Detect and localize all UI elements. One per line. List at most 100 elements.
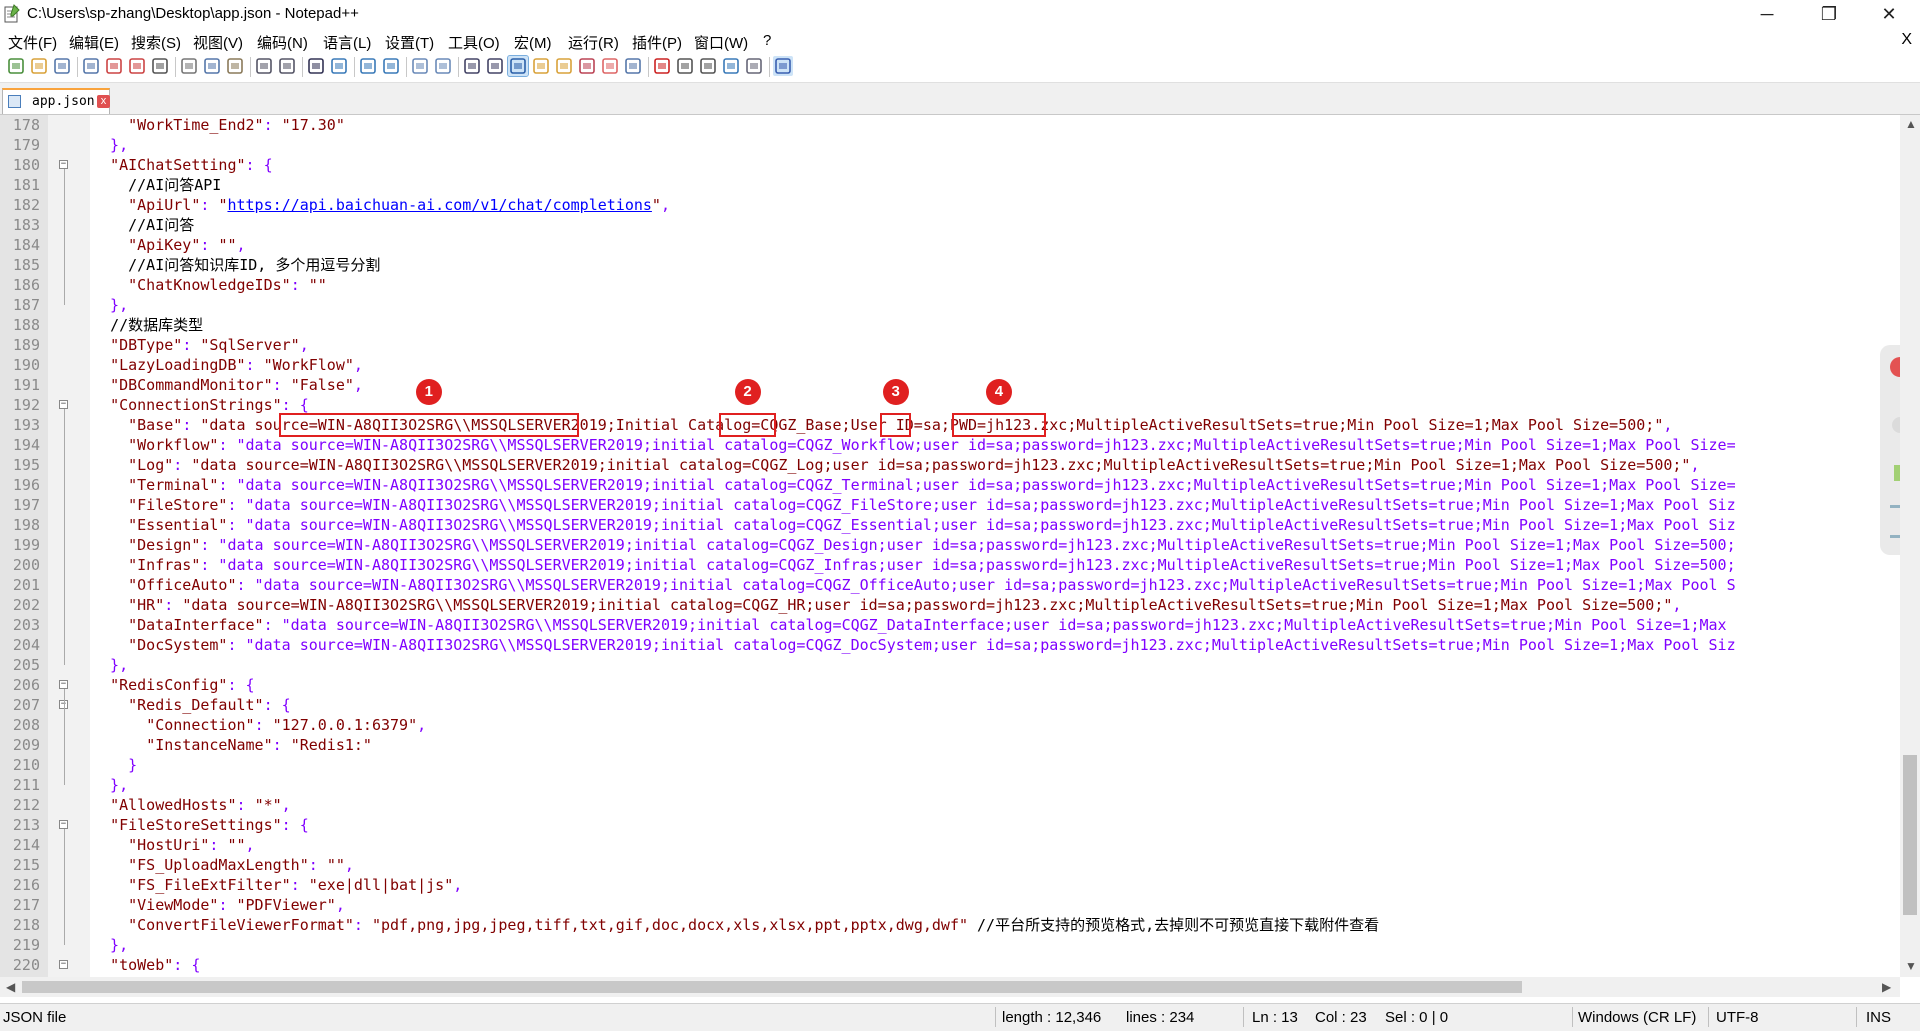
menu-file[interactable]: 文件(F) bbox=[8, 32, 57, 53]
scroll-down-icon[interactable]: ▼ bbox=[1905, 959, 1917, 973]
menu-settings[interactable]: 设置(T) bbox=[385, 32, 434, 53]
open-file-icon[interactable] bbox=[29, 56, 49, 76]
spell-check-icon[interactable] bbox=[773, 56, 793, 76]
record-macro-icon[interactable] bbox=[652, 56, 672, 76]
code-line[interactable]: 205 }, bbox=[0, 655, 1900, 675]
code-line[interactable]: 211 }, bbox=[0, 775, 1900, 795]
fold-toggle-icon[interactable]: − bbox=[59, 960, 68, 969]
code-line[interactable]: 192 − "ConnectionStrings": { bbox=[0, 395, 1900, 415]
code-line[interactable]: 200 "Infras": "data source=WIN-A8QII3O2S… bbox=[0, 555, 1900, 575]
fold-toggle-icon[interactable]: − bbox=[59, 160, 68, 169]
code-line[interactable]: 210 } bbox=[0, 755, 1900, 775]
code-line[interactable]: 187 }, bbox=[0, 295, 1900, 315]
fold-toggle-icon[interactable]: − bbox=[59, 820, 68, 829]
close-all-icon[interactable] bbox=[127, 56, 147, 76]
code-line[interactable]: 196 "Terminal": "data source=WIN-A8QII3O… bbox=[0, 475, 1900, 495]
editor[interactable]: 178 "WorkTime_End2": "17.30" 179 }, 180− "… bbox=[0, 115, 1900, 977]
stop-macro-icon[interactable] bbox=[675, 56, 695, 76]
code-line[interactable]: 194 "Workflow": "data source=WIN-A8QII3O… bbox=[0, 435, 1900, 455]
menu-macro[interactable]: 宏(M) bbox=[514, 32, 552, 53]
scroll-right-icon[interactable]: ▶ bbox=[1882, 980, 1891, 994]
scroll-up-icon[interactable]: ▲ bbox=[1905, 117, 1917, 131]
udl-icon[interactable] bbox=[531, 56, 551, 76]
code-line[interactable]: 179 }, bbox=[0, 135, 1900, 155]
close-window-button[interactable]: ✕ bbox=[1866, 0, 1912, 30]
code-line[interactable]: 220 − "toWeb": { bbox=[0, 955, 1900, 975]
code-line[interactable]: 182 "ApiUrl": "https://api.baichuan-ai.c… bbox=[0, 195, 1900, 215]
folder-workspace-icon[interactable] bbox=[600, 56, 620, 76]
new-file-icon[interactable] bbox=[6, 56, 26, 76]
copy-icon[interactable] bbox=[202, 56, 222, 76]
show-all-chars-icon[interactable] bbox=[485, 56, 505, 76]
save-all-icon[interactable] bbox=[81, 56, 101, 76]
menu-encoding[interactable]: 编码(N) bbox=[257, 32, 308, 53]
code-line[interactable]: 213 − "FileStoreSettings": { bbox=[0, 815, 1900, 835]
print-icon[interactable] bbox=[150, 56, 170, 76]
save-icon[interactable] bbox=[52, 56, 72, 76]
code-line[interactable]: 198 "Essential": "data source=WIN-A8QII3… bbox=[0, 515, 1900, 535]
code-line[interactable]: 180 − "AIChatSetting": { bbox=[0, 155, 1900, 175]
redo-icon[interactable] bbox=[277, 56, 297, 76]
cut-icon[interactable] bbox=[179, 56, 199, 76]
menu-search[interactable]: 搜索(S) bbox=[131, 32, 181, 53]
code-line[interactable]: 216 "FS_FileExtFilter": "exe|dll|bat|js"… bbox=[0, 875, 1900, 895]
maximize-button[interactable]: ❐ bbox=[1806, 0, 1852, 30]
doc-map-icon[interactable] bbox=[554, 56, 574, 76]
menu-plugins[interactable]: 插件(P) bbox=[632, 32, 682, 53]
code-line[interactable]: 202 "HR": "data source=WIN-A8QII3O2SRG\\… bbox=[0, 595, 1900, 615]
zoom-in-icon[interactable] bbox=[358, 56, 378, 76]
vertical-scroll-thumb[interactable] bbox=[1903, 755, 1917, 915]
monitor-icon[interactable] bbox=[623, 56, 643, 76]
run-macro-multiple-icon[interactable] bbox=[721, 56, 741, 76]
word-wrap-icon[interactable] bbox=[462, 56, 482, 76]
minimize-button[interactable]: ─ bbox=[1744, 0, 1790, 30]
play-macro-icon[interactable] bbox=[698, 56, 718, 76]
menu-language[interactable]: 语言(L) bbox=[323, 32, 371, 53]
code-line[interactable]: 178 "WorkTime_End2": "17.30" bbox=[0, 115, 1900, 135]
sync-v-icon[interactable] bbox=[410, 56, 430, 76]
menu-help[interactable]: ? bbox=[763, 32, 771, 49]
zoom-out-icon[interactable] bbox=[381, 56, 401, 76]
replace-icon[interactable] bbox=[329, 56, 349, 76]
code-line[interactable]: 195 "Log": "data source=WIN-A8QII3O2SRG\… bbox=[0, 455, 1900, 475]
menu-view[interactable]: 视图(V) bbox=[193, 32, 243, 53]
code-line[interactable]: 185 //AI问答知识库ID, 多个用逗号分割 bbox=[0, 255, 1900, 275]
horizontal-scrollbar[interactable]: ◀ ▶ bbox=[0, 977, 1900, 997]
code-line[interactable]: 201 "OfficeAuto": "data source=WIN-A8QII… bbox=[0, 575, 1900, 595]
code-line[interactable]: 199 "Design": "data source=WIN-A8QII3O2S… bbox=[0, 535, 1900, 555]
close-icon[interactable] bbox=[104, 56, 124, 76]
sync-h-icon[interactable] bbox=[433, 56, 453, 76]
find-icon[interactable] bbox=[306, 56, 326, 76]
code-line[interactable]: 206 − "RedisConfig": { bbox=[0, 675, 1900, 695]
code-line[interactable]: 214 "HostUri": "", bbox=[0, 835, 1900, 855]
code-line[interactable]: 208 "Connection": "127.0.0.1:6379", bbox=[0, 715, 1900, 735]
code-line[interactable]: 181 //AI问答API bbox=[0, 175, 1900, 195]
tab-app-json[interactable]: app.json x bbox=[2, 88, 110, 114]
code-line[interactable]: 190 "LazyLoadingDB": "WorkFlow", bbox=[0, 355, 1900, 375]
scroll-left-icon[interactable]: ◀ bbox=[6, 980, 15, 994]
status-eol[interactable]: Windows (CR LF) bbox=[1578, 1009, 1696, 1026]
code-line[interactable]: 188 //数据库类型 bbox=[0, 315, 1900, 335]
code-line[interactable]: 183 //AI问答 bbox=[0, 215, 1900, 235]
code-line[interactable]: 204 "DocSystem": "data source=WIN-A8QII3… bbox=[0, 635, 1900, 655]
tab-close-icon[interactable]: x bbox=[97, 95, 110, 108]
paste-icon[interactable] bbox=[225, 56, 245, 76]
code-line[interactable]: 207− "Redis_Default": { bbox=[0, 695, 1900, 715]
menu-edit[interactable]: 编辑(E) bbox=[69, 32, 119, 53]
code-line[interactable]: 186 "ChatKnowledgeIDs": "" bbox=[0, 275, 1900, 295]
code-line[interactable]: 215 "FS_UploadMaxLength": "", bbox=[0, 855, 1900, 875]
code-line[interactable]: 191 "DBCommandMonitor": "False", bbox=[0, 375, 1900, 395]
undo-icon[interactable] bbox=[254, 56, 274, 76]
fold-toggle-icon[interactable]: − bbox=[59, 680, 68, 689]
code-line[interactable]: 217 "ViewMode": "PDFViewer", bbox=[0, 895, 1900, 915]
indent-guide-icon[interactable] bbox=[507, 55, 529, 77]
code-line[interactable]: 219 }, bbox=[0, 935, 1900, 955]
status-insert-mode[interactable]: INS bbox=[1866, 1009, 1891, 1026]
function-list-icon[interactable] bbox=[577, 56, 597, 76]
code-line[interactable]: 203 "DataInterface": "data source=WIN-A8… bbox=[0, 615, 1900, 635]
menu-tools[interactable]: 工具(O) bbox=[448, 32, 500, 53]
code-line[interactable]: 209 "InstanceName": "Redis1:" bbox=[0, 735, 1900, 755]
vertical-scrollbar[interactable]: ▲ ▼ bbox=[1900, 115, 1920, 977]
save-macro-icon[interactable] bbox=[744, 56, 764, 76]
horizontal-scroll-thumb[interactable] bbox=[22, 981, 1522, 993]
